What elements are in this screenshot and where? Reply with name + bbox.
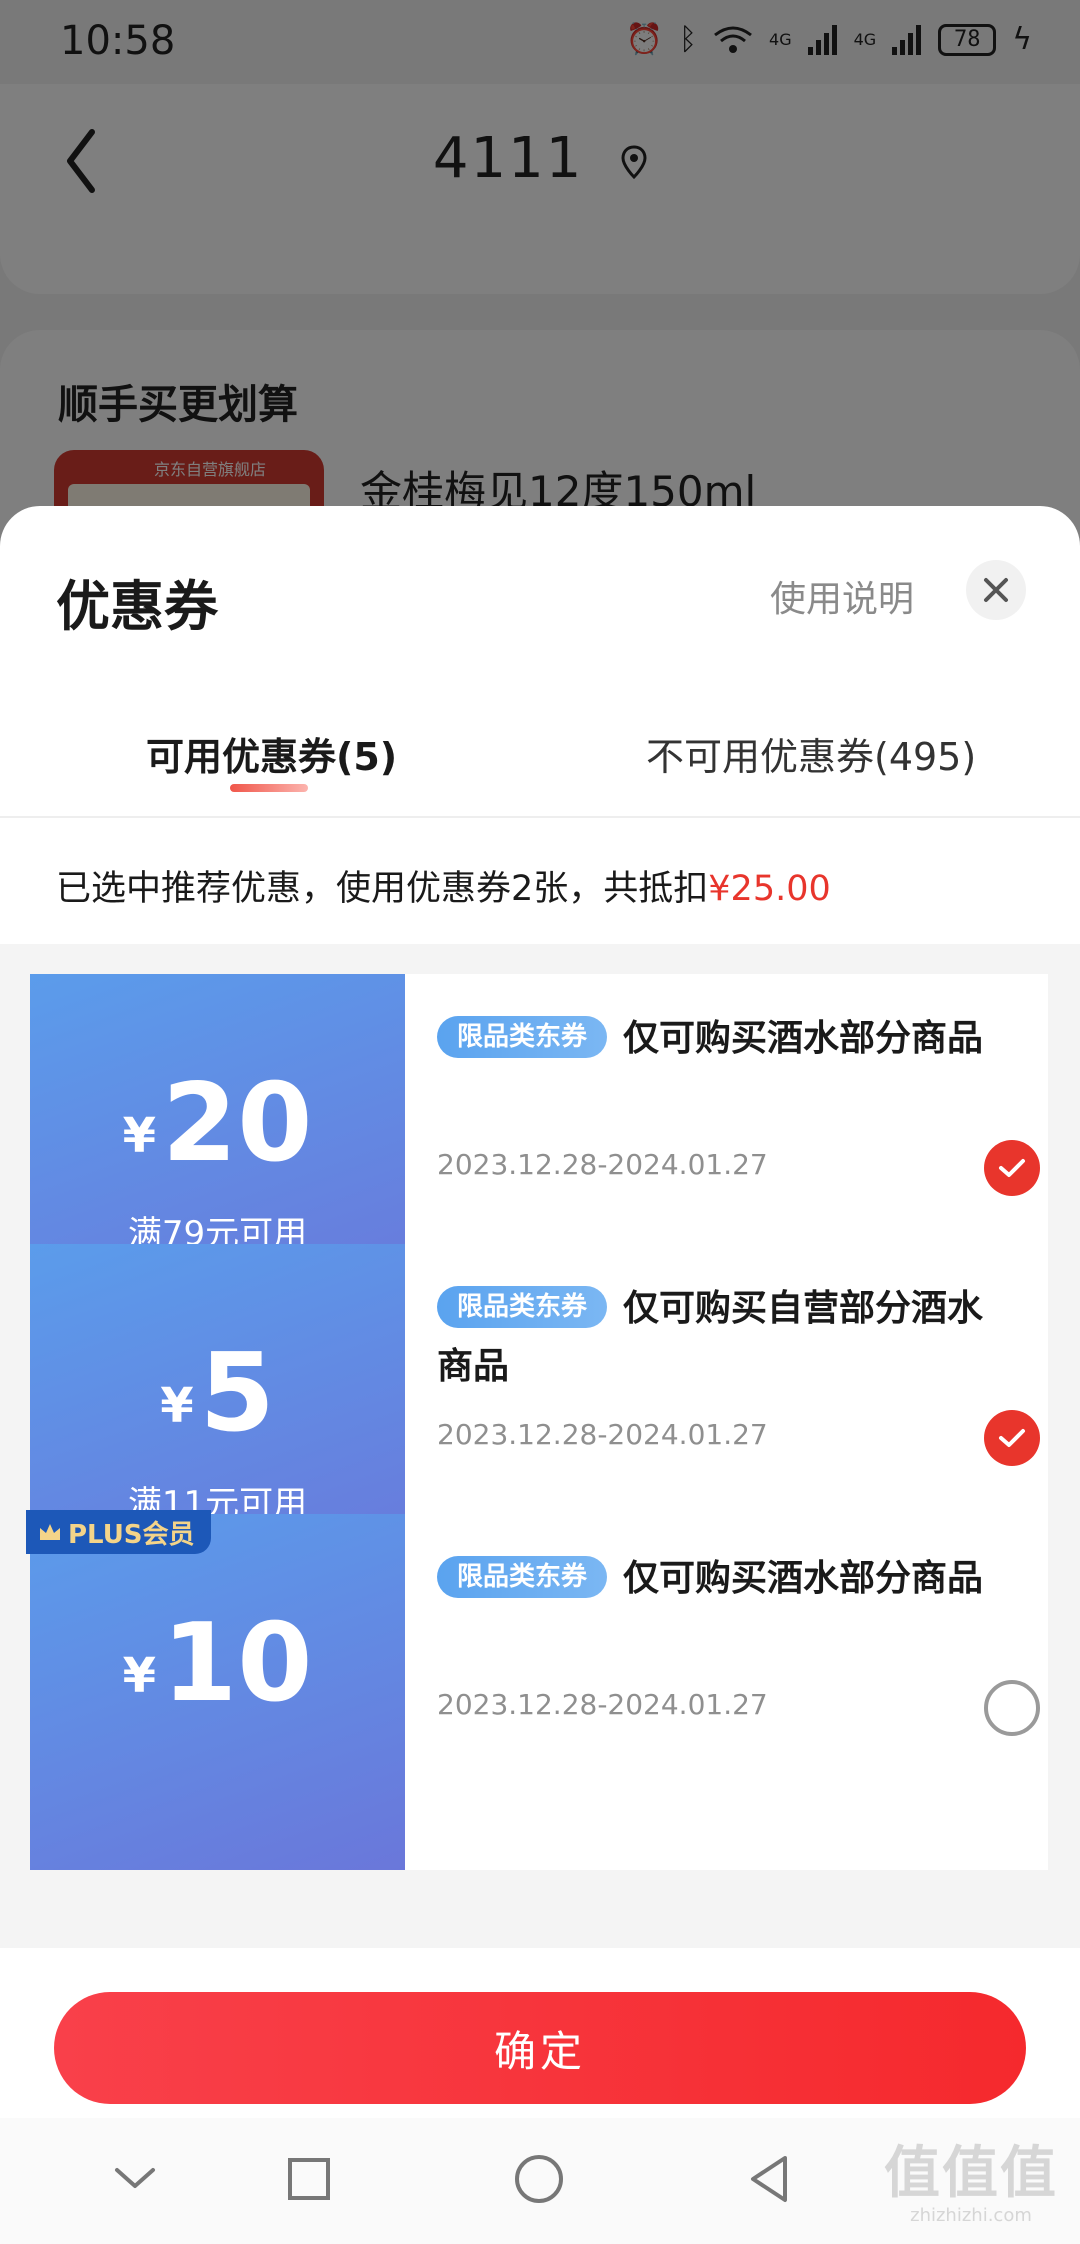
- nav-hide-button[interactable]: [100, 2144, 170, 2214]
- checkmark-icon: [999, 1159, 1025, 1177]
- coupon-scope-text: 仅可购买酒水部分商品: [623, 1558, 984, 1599]
- watermark-logo: 值值值: [884, 2141, 1058, 2206]
- coupon-scope-text: 仅可购买酒水部分商品: [623, 1018, 984, 1059]
- coupon-type-tag: 限品类东券: [437, 1556, 608, 1598]
- coupon-checkbox-checked[interactable]: [984, 1140, 1040, 1196]
- coupon-type-tag: 限品类东券: [437, 1286, 608, 1328]
- coupon-validity: 2023.12.28-2024.01.27: [437, 1418, 768, 1451]
- summary-label: 已选中推荐优惠，使用优惠券2张，共抵扣: [56, 869, 709, 909]
- amount-value: 10: [162, 1601, 313, 1726]
- selection-summary: 已选中推荐优惠，使用优惠券2张，共抵扣¥25.00: [0, 820, 1080, 944]
- close-button[interactable]: [966, 560, 1026, 620]
- plus-badge-label: PLUS会员: [68, 1519, 195, 1550]
- confirm-button[interactable]: 确定: [54, 1992, 1026, 2104]
- sheet-title: 优惠券: [56, 575, 218, 638]
- summary-text: 已选中推荐优惠，使用优惠券2张，共抵扣¥25.00: [56, 860, 831, 911]
- coupon-validity: 2023.12.28-2024.01.27: [437, 1148, 768, 1181]
- coupon-validity: 2023.12.28-2024.01.27: [437, 1688, 768, 1721]
- coupon-checkbox-unchecked[interactable]: [984, 1680, 1040, 1736]
- coupon-sheet: 优惠券 使用说明 可用优惠券(5) 不可用优惠券(495) 已选中推荐优惠，使用…: [0, 506, 1080, 2244]
- chevron-down-icon: [115, 2168, 155, 2188]
- coupon-amount: ¥10: [30, 1610, 405, 1718]
- nav-back-button[interactable]: [734, 2144, 804, 2214]
- coupon-type-tag: 限品类东券: [437, 1016, 608, 1058]
- system-nav-bar: 值值值 zhizhizhi.com: [0, 2118, 1080, 2244]
- crown-icon: [40, 1524, 60, 1540]
- bottom-action-bar: 确定: [0, 1948, 1080, 2118]
- coupon-description: 限品类东券 仅可购买酒水部分商品: [437, 1550, 997, 1608]
- coupon-details: 限品类东券 仅可购买酒水部分商品 2023.12.28-2024.01.27: [405, 1514, 1048, 1870]
- circle-icon: [515, 2155, 563, 2203]
- triangle-back-icon: [751, 2156, 787, 2202]
- coupon-tabs: 可用优惠券(5) 不可用优惠券(495): [0, 706, 1080, 818]
- currency-symbol: ¥: [122, 1648, 157, 1704]
- coupon-amount: ¥20: [30, 1070, 405, 1178]
- close-icon: [984, 578, 1008, 602]
- coupon-value-panel: ¥10: [30, 1514, 405, 1870]
- tab-available[interactable]: 可用优惠券(5): [146, 726, 397, 781]
- coupon-description: 限品类东券 仅可购买酒水部分商品: [437, 1010, 997, 1068]
- coupon-amount: ¥5: [30, 1340, 405, 1448]
- summary-amount: ¥25.00: [708, 869, 831, 909]
- watermark: 值值值 zhizhizhi.com: [884, 2128, 1058, 2226]
- plus-member-badge: PLUS会员: [26, 1510, 211, 1554]
- checkmark-icon: [999, 1429, 1025, 1447]
- coupon-card[interactable]: ¥10 PLUS会员 限品类东券 仅可购买酒水部分商品 2023.12.28-20…: [26, 1510, 1048, 1870]
- nav-home-button[interactable]: [504, 2144, 574, 2214]
- amount-value: 20: [162, 1061, 313, 1186]
- coupon-checkbox-checked[interactable]: [984, 1410, 1040, 1466]
- amount-value: 5: [199, 1331, 275, 1456]
- usage-instructions-link[interactable]: 使用说明: [770, 570, 914, 622]
- currency-symbol: ¥: [122, 1108, 157, 1164]
- nav-recents-button[interactable]: [274, 2144, 344, 2214]
- square-icon: [288, 2158, 330, 2200]
- tab-unavailable[interactable]: 不可用优惠券(495): [646, 726, 976, 781]
- currency-symbol: ¥: [160, 1378, 194, 1434]
- coupon-description: 限品类东券 仅可购买自营部分酒水商品: [437, 1280, 997, 1396]
- active-tab-indicator: [230, 784, 308, 792]
